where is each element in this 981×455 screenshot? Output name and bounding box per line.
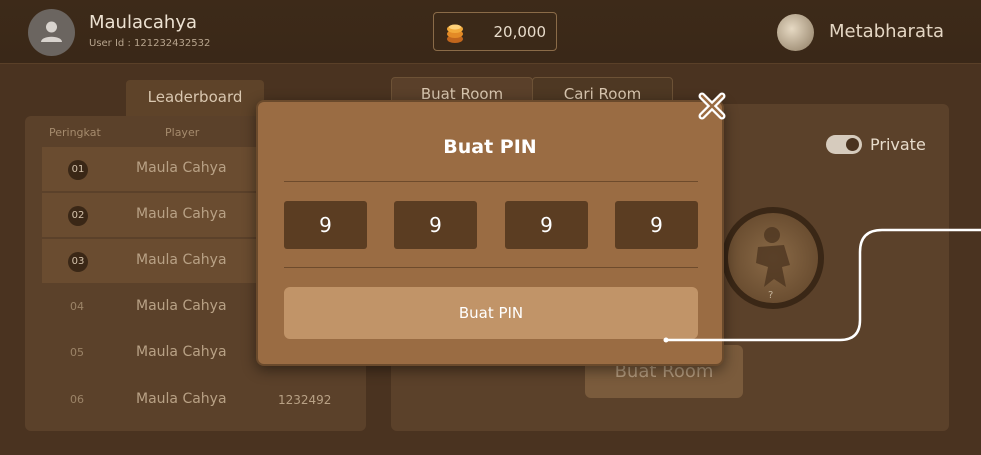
player-name: Maula Cahya	[136, 298, 227, 314]
player-name: Maula Cahya	[136, 206, 227, 222]
player-name: Maula Cahya	[136, 160, 227, 176]
column-header-player: Player	[165, 126, 200, 139]
buat-pin-modal: Buat PIN 9 9 9 9 Buat PIN	[256, 100, 724, 366]
rank-badge: 03	[68, 252, 88, 272]
top-bar: Maulacahya User Id : 121232432532 20,000…	[0, 0, 981, 64]
user-icon	[41, 21, 62, 42]
private-label: Private	[870, 135, 926, 154]
username: Maulacahya	[89, 12, 198, 33]
player-name: Maula Cahya	[136, 391, 227, 407]
buat-pin-button[interactable]: Buat PIN	[284, 287, 698, 339]
user-avatar[interactable]	[28, 9, 75, 56]
game-logo	[777, 14, 814, 51]
close-icon[interactable]	[697, 91, 727, 121]
modal-title: Buat PIN	[443, 136, 537, 158]
tab-leaderboard[interactable]: Leaderboard	[126, 80, 264, 116]
pin-digit-2[interactable]: 9	[394, 201, 477, 249]
private-toggle[interactable]	[826, 135, 862, 154]
rank-badge: 01	[68, 160, 88, 180]
player-score: 1232492	[278, 393, 332, 407]
user-id: User Id : 121232432532	[89, 38, 211, 49]
player-name: Maula Cahya	[136, 344, 227, 360]
character-unknown: ?	[768, 290, 774, 301]
leaderboard-row: 06 Maula Cahya 1232492	[42, 378, 366, 422]
divider	[284, 267, 698, 268]
pin-digit-1[interactable]: 9	[284, 201, 367, 249]
rank-badge: 02	[68, 206, 88, 226]
divider	[284, 181, 698, 182]
rank-number: 06	[70, 393, 84, 406]
rank-number: 04	[70, 300, 84, 313]
coin-stack-icon	[447, 24, 463, 43]
rank-number: 05	[70, 346, 84, 359]
game-name: Metabharata	[829, 21, 945, 42]
column-header-rank: Peringkat	[49, 126, 101, 139]
pin-digit-4[interactable]: 9	[615, 201, 698, 249]
coin-amount: 20,000	[493, 23, 547, 41]
coin-balance: 20,000	[433, 12, 557, 51]
toggle-knob	[846, 138, 859, 151]
pin-digit-3[interactable]: 9	[505, 201, 588, 249]
player-name: Maula Cahya	[136, 252, 227, 268]
